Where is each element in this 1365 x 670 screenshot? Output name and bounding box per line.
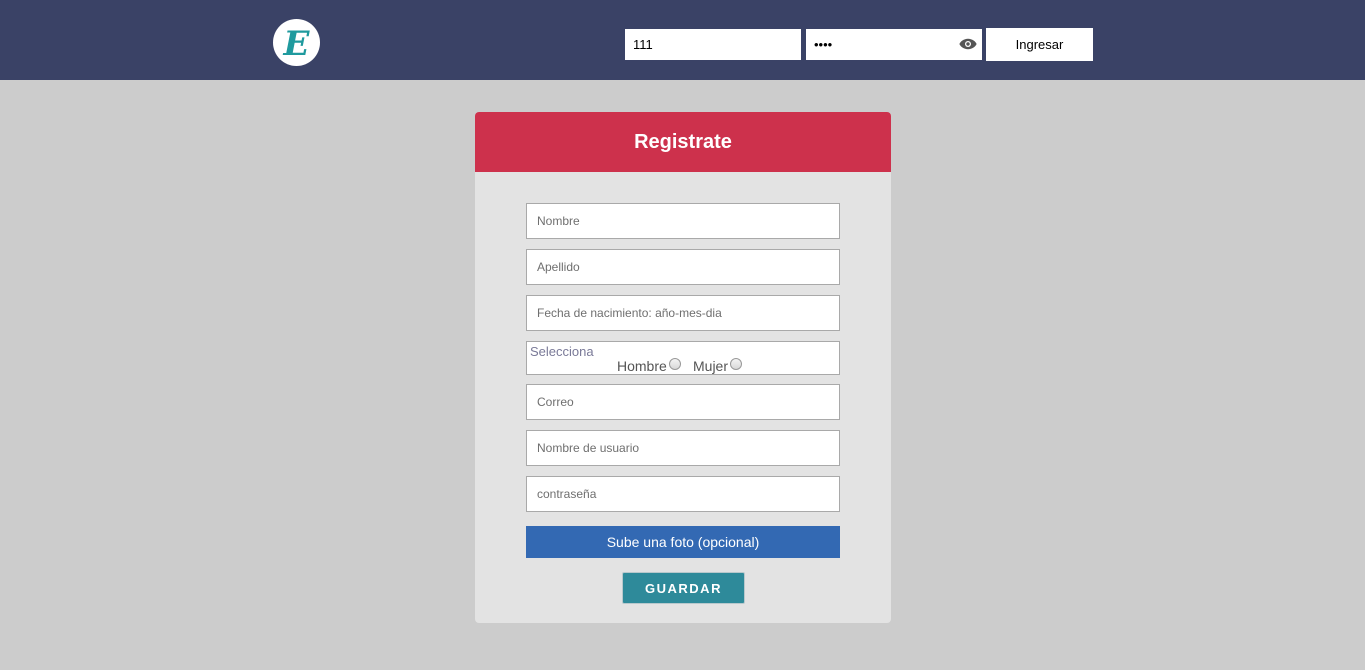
register-card: Registrate Selecciona Hombre Mujer Sube …: [475, 112, 891, 623]
register-title: Registrate: [634, 130, 732, 153]
email-input[interactable]: [526, 384, 840, 420]
eye-icon[interactable]: [959, 37, 977, 51]
birthdate-input[interactable]: [526, 295, 840, 331]
login-username-input[interactable]: [625, 29, 801, 60]
login-submit-button[interactable]: Ingresar: [986, 28, 1093, 61]
login-password-wrapper: [806, 29, 982, 60]
gender-male-label: Hombre: [617, 358, 667, 374]
apellido-input[interactable]: [526, 249, 840, 285]
gender-option-male[interactable]: Hombre: [617, 358, 681, 374]
logo-letter: E: [283, 23, 310, 64]
nombre-input[interactable]: [526, 203, 840, 239]
top-navbar: E Ingresar: [0, 0, 1365, 80]
upload-photo-button[interactable]: Sube una foto (opcional): [526, 526, 840, 558]
login-password-input[interactable]: [806, 29, 982, 60]
username-input[interactable]: [526, 430, 840, 466]
gender-title: Selecciona: [530, 344, 594, 359]
password-input[interactable]: [526, 476, 840, 512]
gender-option-female[interactable]: Mujer: [693, 358, 743, 374]
gender-selector: Selecciona Hombre Mujer: [526, 341, 840, 375]
logo[interactable]: E: [273, 19, 320, 66]
gender-female-label: Mujer: [693, 358, 729, 374]
register-card-header: Registrate: [475, 112, 891, 172]
gender-female-radio[interactable]: [730, 358, 743, 370]
gender-male-radio[interactable]: [668, 358, 681, 370]
save-button[interactable]: GUARDAR: [622, 572, 745, 604]
